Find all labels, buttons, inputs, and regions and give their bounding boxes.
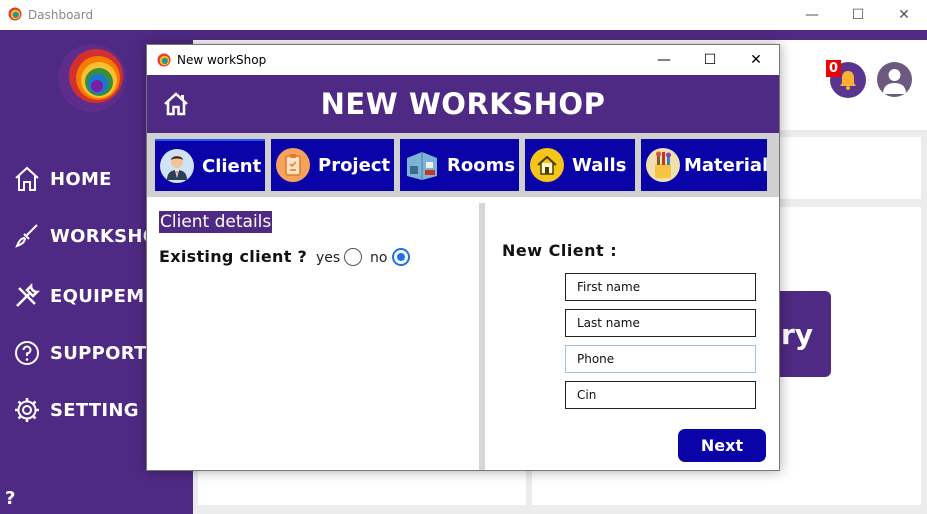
client-avatar-icon [160,149,194,183]
existing-client-question: Existing client ? [159,247,308,266]
dialog-titlebar: New workShop — ☐ ✕ [147,45,779,75]
brand-logo [58,44,126,112]
gear-icon [0,396,50,424]
paint-brushes-icon [646,148,680,182]
user-icon [883,69,906,94]
next-label: Next [700,436,744,455]
window-title: Dashboard [28,8,94,22]
phone-field[interactable] [565,345,756,373]
app-logo-icon [8,7,22,21]
new-workshop-dialog: New workShop — ☐ ✕ NEW WORKSHOP Client P… [146,44,780,471]
radio-yes[interactable] [344,248,362,266]
tab-label: Project [318,154,391,176]
page-title: NEW WORKSHOP [320,87,606,121]
topbar-strip [193,30,927,40]
close-button[interactable]: ✕ [881,0,927,30]
maximize-button[interactable]: ☐ [835,0,881,30]
first-name-field[interactable] [565,273,756,301]
tools-icon [0,282,50,310]
history-label: ry [780,317,813,351]
tab-label: Walls [572,154,627,176]
dashboard-titlebar: Dashboard — ☐ ✕ [0,0,927,30]
tab-client[interactable]: Client [155,139,265,191]
tab-material[interactable]: Material [641,139,769,191]
sidebar-item-label: HOME [50,168,112,190]
user-avatar[interactable] [877,62,912,97]
brush-icon [0,222,50,250]
dialog-minimize-button[interactable]: — [641,45,687,75]
house-icon [530,148,564,182]
sidebar-item-label: SETTING [50,399,139,421]
tab-bar: Client Project Rooms Walls Material [147,133,779,197]
dialog-header: NEW WORKSHOP [147,75,779,133]
notification-count-badge: 0 [826,60,842,77]
home-icon [0,165,50,193]
dialog-title: New workShop [177,53,267,67]
section-title: Client details [159,211,273,233]
radio-yes-label: yes [316,250,341,266]
help-icon [0,339,50,367]
tab-label: Rooms [447,154,516,176]
radio-no[interactable] [392,248,410,266]
radio-no-label: no [370,250,388,266]
tab-rooms[interactable]: Rooms [400,139,519,191]
app-logo-icon [157,53,171,67]
help-link[interactable]: ? [5,488,15,509]
next-button[interactable]: Next [678,429,766,462]
client-details-panel [147,203,479,470]
dialog-close-button[interactable]: ✕ [733,45,779,75]
tab-walls[interactable]: Walls [525,139,635,191]
dialog-maximize-button[interactable]: ☐ [687,45,733,75]
room-icon [405,148,439,182]
new-client-title: New Client : [502,241,618,260]
sidebar-item-label: SUPPORT [50,342,147,364]
tab-project[interactable]: Project [271,139,394,191]
home-icon[interactable] [163,92,189,116]
last-name-field[interactable] [565,309,756,337]
tab-label: Material [684,154,769,176]
cin-field[interactable] [565,381,756,409]
clipboard-icon [276,148,310,182]
tab-label: Client [202,155,262,177]
minimize-button[interactable]: — [789,0,835,30]
